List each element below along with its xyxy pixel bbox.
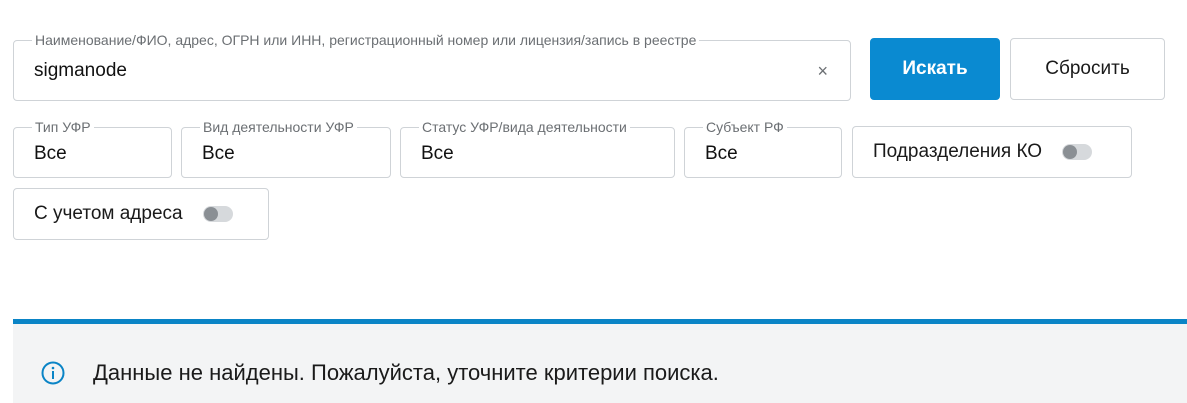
alert-message: Данные не найдены. Пожалуйста, уточните … (93, 360, 719, 385)
search-field[interactable]: Наименование/ФИО, адрес, ОГРН или ИНН, р… (13, 32, 851, 101)
address-toggle-switch[interactable] (202, 206, 233, 222)
search-input[interactable] (34, 57, 794, 85)
type-select[interactable]: Тип УФР Все (13, 119, 172, 178)
address-toggle-box[interactable]: С учетом адреса (13, 188, 269, 240)
activity-select-value: Все (202, 143, 235, 164)
divisions-toggle-box[interactable]: Подразделения КО (852, 126, 1132, 178)
activity-select[interactable]: Вид деятельности УФР Все (181, 119, 391, 178)
toggle-knob (203, 207, 218, 221)
region-select[interactable]: Субъект РФ Все (684, 119, 842, 178)
info-icon (41, 361, 65, 385)
status-select-value: Все (421, 143, 454, 164)
clear-icon[interactable]: × (817, 59, 828, 83)
divisions-toggle-switch[interactable] (1062, 144, 1093, 160)
region-select-value: Все (705, 143, 738, 164)
toggle-knob (1063, 145, 1078, 159)
reset-button[interactable]: Сбросить (1010, 38, 1165, 100)
activity-select-label: Вид деятельности УФР (200, 119, 357, 135)
no-results-alert: Данные не найдены. Пожалуйста, уточните … (13, 319, 1187, 403)
region-select-label: Субъект РФ (703, 119, 787, 135)
type-select-label: Тип УФР (32, 119, 94, 135)
search-button[interactable]: Искать (870, 38, 1000, 100)
divisions-toggle-label: Подразделения КО (873, 141, 1043, 162)
type-select-value: Все (34, 143, 67, 164)
status-select[interactable]: Статус УФР/вида деятельности Все (400, 119, 675, 178)
address-toggle-label: С учетом адреса (34, 203, 183, 224)
search-field-label: Наименование/ФИО, адрес, ОГРН или ИНН, р… (32, 32, 700, 48)
status-select-label: Статус УФР/вида деятельности (419, 119, 630, 135)
